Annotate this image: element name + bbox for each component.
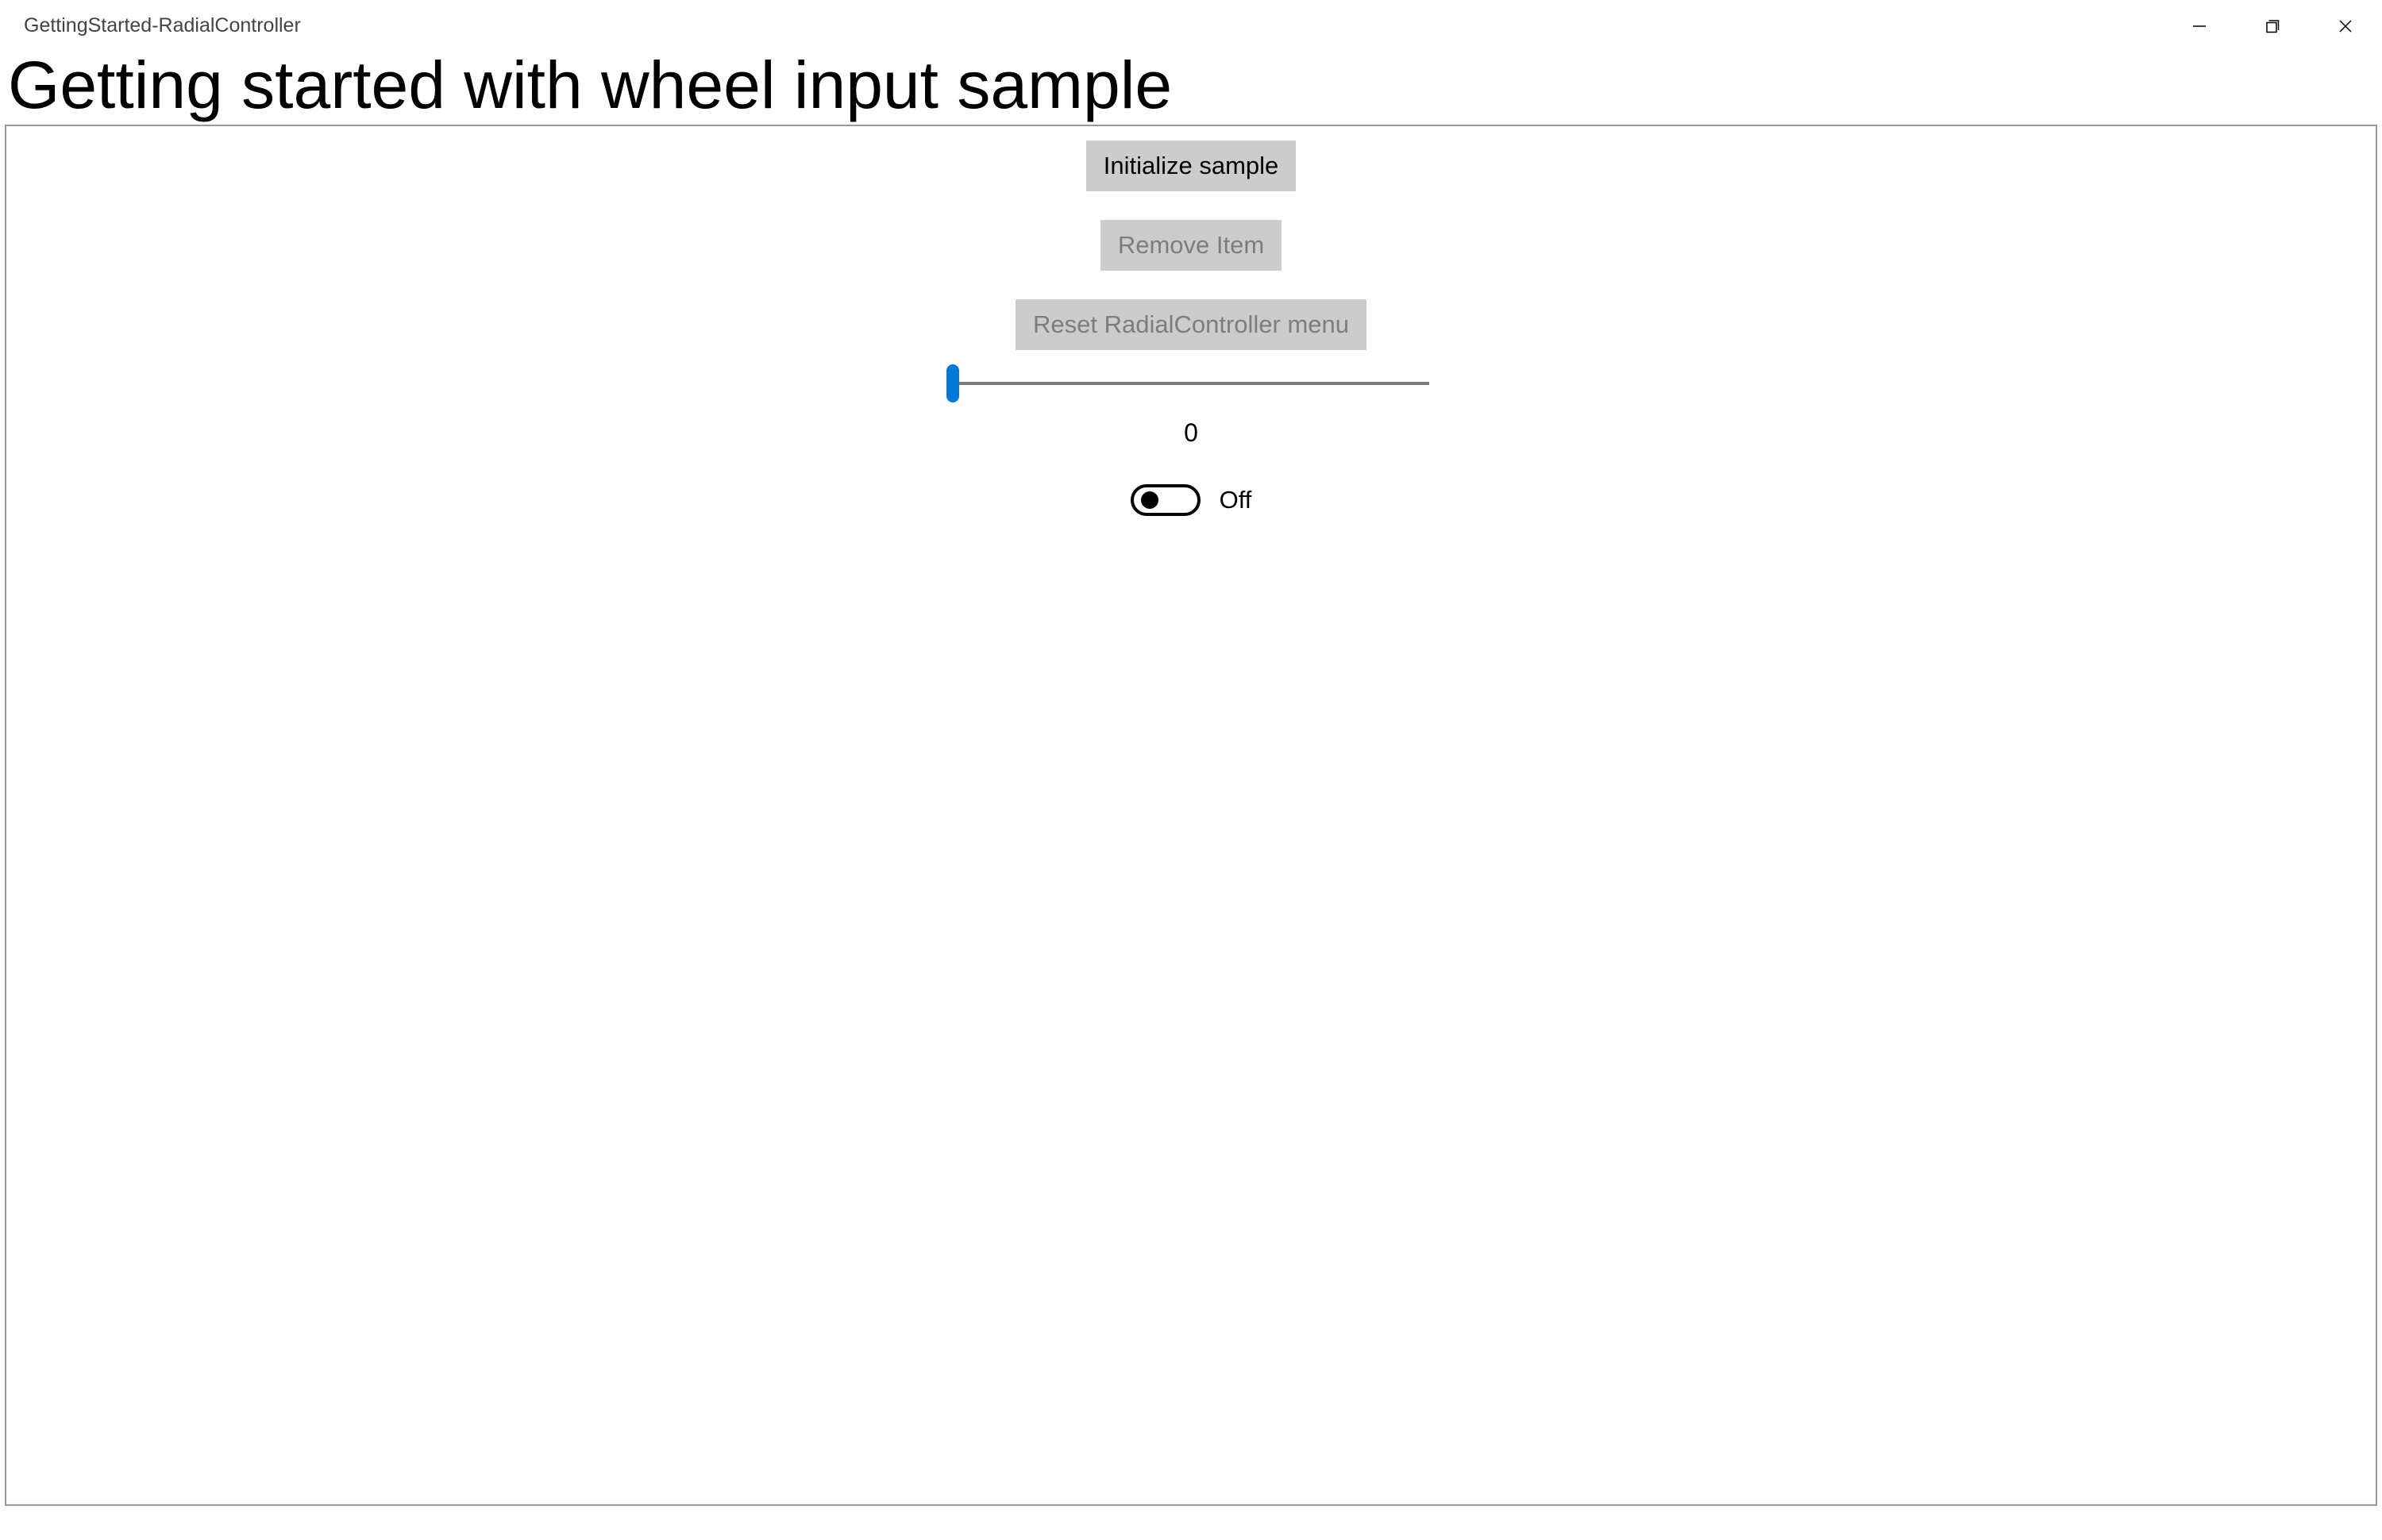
content-frame: Initialize sample Remove Item Reset Radi…: [5, 125, 2377, 1506]
controls-stack: Initialize sample Remove Item Reset Radi…: [6, 141, 2376, 516]
slider-track: [953, 382, 1429, 385]
toggle-state-label: Off: [1220, 486, 1252, 514]
toggle-row: Off: [1131, 476, 1252, 516]
page-title: Getting started with wheel input sample: [0, 52, 2382, 125]
minimize-icon: [2191, 18, 2207, 34]
toggle-knob: [1141, 491, 1158, 509]
minimize-button[interactable]: [2163, 0, 2236, 52]
value-slider[interactable]: 0: [953, 379, 1429, 448]
slider-value-label: 0: [1184, 418, 1198, 448]
slider-thumb[interactable]: [946, 364, 959, 402]
initialize-sample-button[interactable]: Initialize sample: [1086, 141, 1297, 191]
close-icon: [2338, 18, 2353, 34]
maximize-icon: [2264, 18, 2280, 34]
close-button[interactable]: [2309, 0, 2382, 52]
toggle-switch[interactable]: [1131, 484, 1201, 516]
titlebar: GettingStarted-RadialController: [0, 0, 2382, 52]
maximize-button[interactable]: [2236, 0, 2309, 52]
caption-buttons: [2163, 0, 2382, 52]
remove-item-button[interactable]: Remove Item: [1100, 220, 1282, 271]
window-title: GettingStarted-RadialController: [24, 14, 301, 37]
reset-radialcontroller-menu-button[interactable]: Reset RadialController menu: [1016, 299, 1366, 350]
